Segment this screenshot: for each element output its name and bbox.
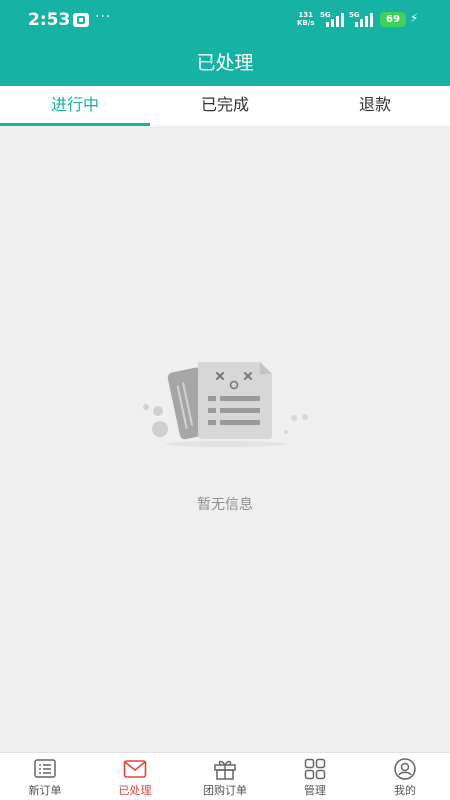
nav-processed[interactable]: 已处理 <box>90 753 180 800</box>
tab-completed[interactable]: 已完成 <box>150 86 300 126</box>
tab-in-progress[interactable]: 进行中 <box>0 86 150 126</box>
more-notifications-indicator: ··· <box>95 9 112 25</box>
nav-label: 团购订单 <box>203 784 247 797</box>
order-list-icon <box>34 759 56 778</box>
profile-icon <box>394 758 416 780</box>
empty-state-message: 暂无信息 <box>197 497 253 513</box>
sim2-network-type: 5G <box>349 11 360 19</box>
charging-icon: ⚡ <box>410 11 419 25</box>
status-bar: 2:53 ··· 131 KB/s 5G 5G 69 ⚡ <box>0 0 450 40</box>
app-header: 已处理 <box>0 40 450 86</box>
nav-label: 管理 <box>304 784 326 797</box>
nav-profile[interactable]: 我的 <box>360 753 450 800</box>
network-speed-value: 131 <box>298 11 314 19</box>
grid-icon <box>304 758 326 780</box>
nav-group-orders[interactable]: 团购订单 <box>180 753 270 800</box>
status-time: 2:53 <box>28 10 71 30</box>
tab-label: 已完成 <box>200 95 249 114</box>
mail-icon <box>123 760 147 778</box>
tab-label: 退款 <box>358 95 391 114</box>
nav-label: 已处理 <box>118 784 152 797</box>
network-speed: 131 KB/s <box>297 11 314 27</box>
nav-management[interactable]: 管理 <box>270 753 360 800</box>
sim1-network-type: 5G <box>320 11 331 19</box>
signal-icon-sim1: 5G <box>320 11 348 27</box>
gift-icon <box>214 760 236 780</box>
battery-icon: 69 <box>380 12 406 27</box>
nav-label: 我的 <box>394 784 416 797</box>
order-list-area[interactable]: 暂无信息 <box>0 126 450 752</box>
page-title: 已处理 <box>196 52 254 74</box>
order-tabs: 进行中 已完成 退款 <box>0 86 450 126</box>
network-speed-unit: KB/s <box>297 19 315 27</box>
tab-label: 进行中 <box>50 95 99 114</box>
signal-icon-sim2: 5G <box>349 11 377 27</box>
nav-label: 新订单 <box>28 784 62 797</box>
bottom-navigation: 新订单 已处理 团购订单 管理 我的 <box>0 752 450 800</box>
tab-refund[interactable]: 退款 <box>300 86 450 126</box>
app-notification-icon <box>73 13 89 27</box>
empty-document-icon <box>143 362 308 447</box>
nav-new-orders[interactable]: 新订单 <box>0 753 90 800</box>
